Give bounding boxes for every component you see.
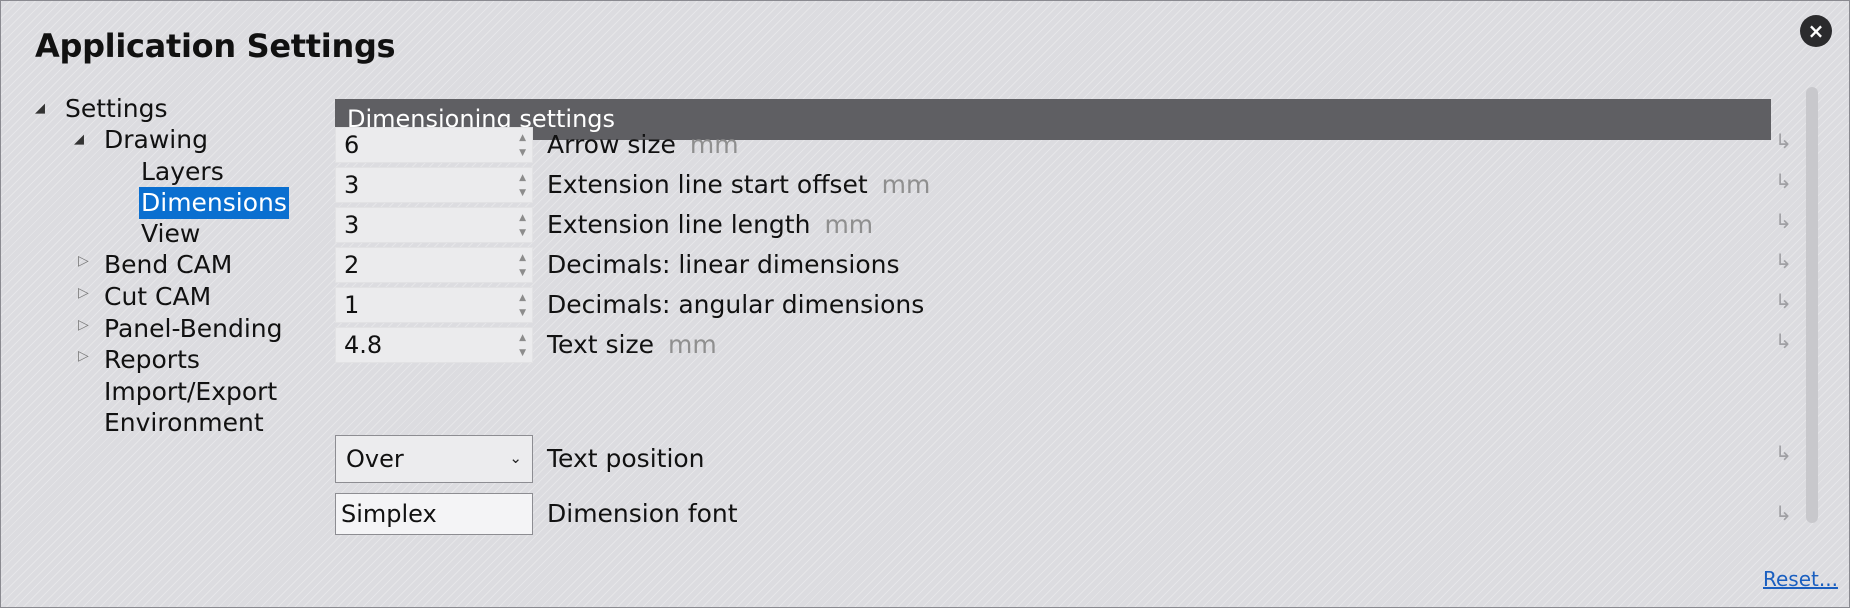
- setting-label: Decimals: angular dimensions: [547, 285, 924, 325]
- setting-row-text-size: 4.8 ▲ ▼ Text size mm ↳: [335, 325, 1795, 365]
- setting-row-text-position: Over ⌄ Text position ↳: [335, 435, 1795, 483]
- setting-row-decimals-linear: 2 ▲ ▼ Decimals: linear dimensions ↳: [335, 245, 1795, 285]
- reset-to-default-icon[interactable]: ↳: [1775, 209, 1792, 233]
- reset-link[interactable]: Reset...: [1763, 567, 1838, 591]
- setting-label: Text position: [547, 444, 705, 473]
- spin-up-icon[interactable]: ▲: [519, 213, 526, 223]
- spin-down-icon[interactable]: ▼: [519, 188, 526, 198]
- setting-label: Arrow size mm: [547, 125, 739, 165]
- reset-to-default-icon[interactable]: ↳: [1775, 501, 1792, 525]
- spin-up-icon[interactable]: ▲: [519, 293, 526, 303]
- setting-row-extension-start-offset: 3 ▲ ▼ Extension line start offset mm ↳: [335, 165, 1795, 205]
- reset-to-default-icon[interactable]: ↳: [1775, 329, 1792, 353]
- extension-length-spinbox[interactable]: 3 ▲ ▼: [335, 207, 533, 243]
- reset-to-default-icon[interactable]: ↳: [1775, 169, 1792, 193]
- spin-up-icon[interactable]: ▲: [519, 173, 526, 183]
- label-text: Decimals: angular dimensions: [547, 290, 925, 319]
- label-text: Text size: [547, 330, 654, 359]
- setting-label: Text size mm: [547, 325, 717, 365]
- label-text: Extension line start offset: [547, 170, 868, 199]
- tree-item-label: Panel-Bending: [104, 314, 283, 343]
- spin-up-icon[interactable]: ▲: [519, 133, 526, 143]
- spin-up-icon[interactable]: ▲: [519, 333, 526, 343]
- spinbox-value[interactable]: 6: [344, 128, 359, 163]
- tree-item-label: Environment: [104, 408, 264, 437]
- label-text: Extension line length: [547, 210, 811, 239]
- spin-down-icon[interactable]: ▼: [519, 268, 526, 278]
- spinbox-value[interactable]: 4.8: [344, 328, 382, 363]
- unit-label: mm: [881, 170, 931, 199]
- close-icon[interactable]: ×: [1800, 15, 1832, 47]
- vertical-scrollbar[interactable]: [1806, 87, 1818, 523]
- text-position-dropdown[interactable]: Over ⌄: [335, 435, 533, 483]
- collapsed-triangle-icon[interactable]: ▷: [78, 277, 89, 309]
- spinbox-value[interactable]: 2: [344, 248, 359, 283]
- reset-to-default-icon[interactable]: ↳: [1775, 441, 1792, 465]
- setting-label: Extension line start offset mm: [547, 165, 930, 205]
- decimals-angular-spinbox[interactable]: 1 ▲ ▼: [335, 287, 533, 323]
- tree-item-label: Import/Export: [104, 377, 278, 406]
- field-value: Simplex: [341, 500, 437, 528]
- setting-row-arrow-size: 6 ▲ ▼ Arrow size mm ↳: [335, 125, 1795, 165]
- label-text: Arrow size: [547, 130, 676, 159]
- tree-item-label: View: [141, 219, 201, 248]
- dropdown-value: Over: [346, 445, 404, 473]
- setting-label: Dimension font: [547, 499, 738, 528]
- setting-label: Extension line length mm: [547, 205, 873, 245]
- arrow-size-spinbox[interactable]: 6 ▲ ▼: [335, 127, 533, 163]
- decimals-linear-spinbox[interactable]: 2 ▲ ▼: [335, 247, 533, 283]
- tree-item-label: Settings: [65, 94, 168, 123]
- spinbox-value[interactable]: 1: [344, 288, 359, 323]
- spin-down-icon[interactable]: ▼: [519, 348, 526, 358]
- unit-label: mm: [689, 130, 739, 159]
- chevron-down-icon: ⌄: [509, 449, 522, 467]
- spinbox-value[interactable]: 3: [344, 208, 359, 243]
- collapsed-triangle-icon[interactable]: ▷: [78, 309, 89, 341]
- collapsed-triangle-icon[interactable]: ▷: [78, 340, 89, 372]
- tree-item-label: Cut CAM: [104, 282, 212, 311]
- tree-item-label-selected: Dimensions: [139, 187, 289, 219]
- unit-label: mm: [824, 210, 874, 239]
- reset-to-default-icon[interactable]: ↳: [1775, 129, 1792, 153]
- setting-row-extension-length: 3 ▲ ▼ Extension line length mm ↳: [335, 205, 1795, 245]
- setting-row-decimals-angular: 1 ▲ ▼ Decimals: angular dimensions ↳: [335, 285, 1795, 325]
- reset-to-default-icon[interactable]: ↳: [1775, 289, 1792, 313]
- unit-label: mm: [667, 330, 717, 359]
- spin-down-icon[interactable]: ▼: [519, 228, 526, 238]
- spinbox-value[interactable]: 3: [344, 168, 359, 203]
- label-text: Decimals: linear dimensions: [547, 250, 900, 279]
- tree-item-label: Layers: [141, 157, 224, 186]
- settings-window: Application Settings × ◢ Settings ◢ Draw…: [0, 0, 1850, 608]
- tree-item-label: Bend CAM: [104, 250, 233, 279]
- expanded-triangle-icon[interactable]: ◢: [35, 93, 45, 125]
- spin-down-icon[interactable]: ▼: [519, 148, 526, 158]
- spin-down-icon[interactable]: ▼: [519, 308, 526, 318]
- dimension-font-field[interactable]: Simplex: [335, 493, 533, 535]
- settings-tree: ◢ Settings ◢ Drawing Layers Dimensions V…: [1, 1, 321, 561]
- expanded-triangle-icon[interactable]: ◢: [74, 124, 84, 156]
- setting-label: Decimals: linear dimensions: [547, 245, 900, 285]
- text-size-spinbox[interactable]: 4.8 ▲ ▼: [335, 327, 533, 363]
- reset-to-default-icon[interactable]: ↳: [1775, 249, 1792, 273]
- collapsed-triangle-icon[interactable]: ▷: [78, 245, 89, 277]
- tree-item-label: Drawing: [104, 125, 208, 154]
- tree-item-label: Reports: [104, 345, 200, 374]
- spin-up-icon[interactable]: ▲: [519, 253, 526, 263]
- extension-start-offset-spinbox[interactable]: 3 ▲ ▼: [335, 167, 533, 203]
- setting-row-dimension-font: Simplex Dimension font ↳: [335, 493, 1795, 535]
